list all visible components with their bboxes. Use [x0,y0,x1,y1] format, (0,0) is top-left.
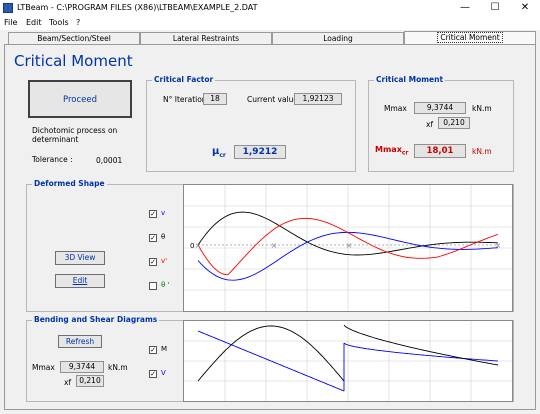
mcr-label: Mmaxcr [375,145,408,157]
deformed-checkbox-1[interactable]: ✓ [149,234,157,242]
tab-critical-moment-label: Critical Moment [437,32,503,43]
restraint-marker-0: × [195,241,202,250]
deformed-checkbox-2[interactable]: ✓ [149,258,157,266]
diagrams-mmax-field: 9,3744 [60,361,104,373]
menu-tools[interactable]: Tools [49,18,69,27]
deformed-checkbox-label-1: θ [161,233,166,241]
mcr-subscript: cr [401,149,409,157]
deformed-shape-title: Deformed Shape [32,179,107,188]
diagrams-svg [184,321,512,401]
diagrams-mmax-unit: kN.m [108,363,128,372]
tab-strip: Beam/Section/Steel Lateral Restraints Lo… [4,31,536,45]
deformed-shape-svg: × × × × [184,185,512,311]
diagrams-title: Bending and Shear Diagrams [32,315,160,324]
diagrams-checkbox-0[interactable]: ✓ [149,346,157,354]
deformed-shape-plot: × × × × [183,184,513,312]
deformed-checkbox-3[interactable] [149,282,157,290]
diagrams-checkbox-label-0: M [161,345,168,353]
mcr-unit: kN.m [472,147,492,156]
3d-view-button[interactable]: 3D View [55,251,105,265]
app-icon [3,3,13,13]
mcr-field: 18,01 [414,144,466,158]
diagrams-checkbox-label-1: V [161,369,166,377]
deformed-checkbox-label-0: v [161,209,166,217]
deformed-zero-label: 0 [190,242,195,250]
iteration-label: N° Iteration [163,95,207,104]
current-value-label: Current value [247,95,299,104]
menu-bar: File Edit Tools ? [0,16,540,30]
menu-edit[interactable]: Edit [26,18,42,27]
diagrams-mmax-label: Mmax [32,363,55,372]
xf-field: 0,210 [438,117,470,129]
mu-cr-field: 1,9212 [234,145,286,159]
tolerance-label: Tolerance : [32,155,73,164]
mmax-unit: kN.m [472,104,492,113]
mu-cr-label: μcr [212,146,226,159]
deformed-checkbox-0[interactable]: ✓ [149,210,157,218]
diagrams-plot [183,320,513,402]
critical-moment-title: Critical Moment [374,75,446,84]
proceed-button[interactable]: Proceed [28,80,132,118]
title-bar: LTBeam - C:\PROGRAM FILES (X86)\LTBEAM\E… [0,0,540,16]
edit-button[interactable]: Edit [55,274,105,288]
window-title: LTBeam - C:\PROGRAM FILES (X86)\LTBEAM\E… [17,3,258,12]
restraint-marker-2: × [346,241,353,250]
maximize-button[interactable]: ☐ [480,0,510,16]
refresh-button[interactable]: Refresh [58,335,102,348]
current-value-field: 1,92123 [294,93,342,105]
diagrams-xf-field: 0,210 [76,375,104,387]
close-button[interactable]: ✕ [510,0,540,16]
mcr-mmax: Mmax [375,145,402,154]
deformed-checkbox-label-3: θ ' [161,281,170,289]
diagrams-xf-label: xf [64,378,72,387]
mmax-label: Mmax [384,104,407,113]
xf-label: xf [426,120,434,129]
moment-curve-left [197,325,345,382]
process-note: Dichotomic process on determinant [32,126,118,144]
tab-critical-moment[interactable]: Critical Moment [404,31,536,45]
deformed-checkbox-label-2: v' [161,257,168,265]
menu-file[interactable]: File [4,18,17,27]
diagrams-checkbox-1[interactable]: ✓ [149,370,157,378]
mu-subscript: cr [219,152,226,159]
tolerance-value: 0,0001 [96,156,123,165]
shear-curve-right [343,342,499,362]
mmax-field: 9,3744 [414,102,466,114]
iteration-field: 18 [203,93,227,105]
critical-factor-title: Critical Factor [152,75,216,84]
restraint-marker-3: × [495,241,502,250]
minimize-button[interactable]: — [450,0,480,16]
menu-help[interactable]: ? [76,18,80,27]
page-title: Critical Moment [14,52,133,70]
restraint-marker-1: × [271,241,278,250]
